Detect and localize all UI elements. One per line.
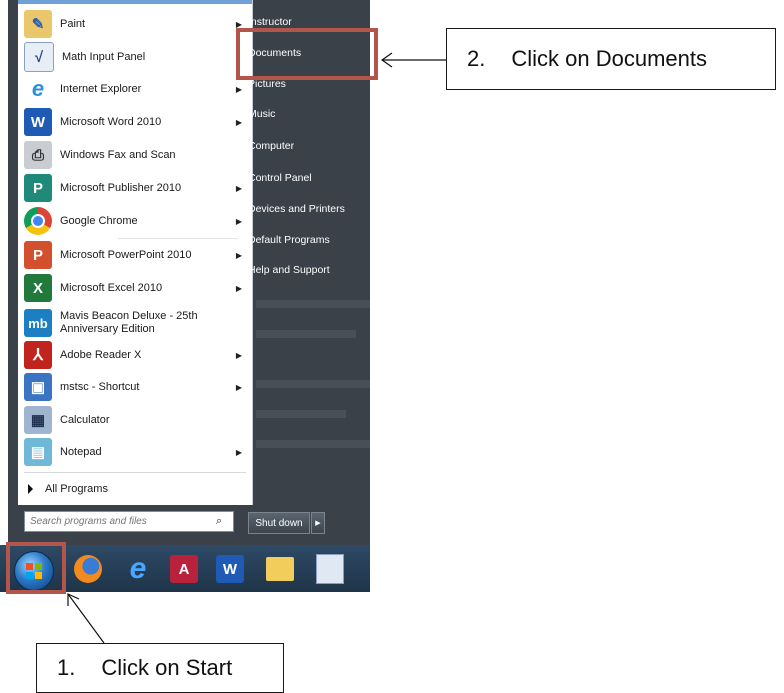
program-item-google-chrome[interactable]: Google Chrome ▶ bbox=[18, 206, 252, 236]
word-icon: W bbox=[24, 108, 52, 136]
publisher-icon: P bbox=[24, 174, 52, 202]
program-item-mavis-beacon[interactable]: mb Mavis Beacon Deluxe - 25th Anniversar… bbox=[18, 306, 252, 340]
paint-icon: ✎ bbox=[24, 10, 52, 38]
documents-highlight bbox=[236, 28, 378, 80]
submenu-arrow-icon: ▶ bbox=[235, 283, 243, 293]
submenu-arrow-icon: ▶ bbox=[235, 350, 243, 360]
all-programs-button[interactable]: All Programs bbox=[18, 478, 252, 500]
search-box[interactable]: ⌕ bbox=[24, 511, 234, 532]
program-item-microsoft-publisher-2010[interactable]: P Microsoft Publisher 2010 ▶ bbox=[18, 173, 252, 203]
start-button-highlight bbox=[6, 542, 66, 594]
documents-arrowhead-icon bbox=[380, 52, 393, 68]
program-item-notepad[interactable]: ▤ Notepad ▶ bbox=[18, 437, 252, 467]
submenu-arrow-icon: ▶ bbox=[235, 250, 243, 260]
excel-icon: X bbox=[24, 274, 52, 302]
word-icon: W bbox=[216, 555, 244, 583]
chrome-icon bbox=[24, 207, 52, 235]
submenu-arrow-icon: ▶ bbox=[235, 117, 243, 127]
submenu-arrow-icon: ▶ bbox=[235, 382, 243, 392]
internet-explorer-icon: e bbox=[129, 552, 147, 585]
menu-separator bbox=[118, 238, 238, 239]
shutdown-button[interactable]: Shut down bbox=[248, 512, 310, 534]
submenu-arrow-icon: ▶ bbox=[235, 183, 243, 193]
program-item-paint[interactable]: ✎ Paint ▶ bbox=[18, 9, 252, 39]
link-help-and-support[interactable]: Help and Support bbox=[248, 259, 366, 281]
search-icon: ⌕ bbox=[216, 515, 223, 527]
link-computer[interactable]: Computer bbox=[248, 135, 366, 157]
program-item-internet-explorer[interactable]: e Internet Explorer ▶ bbox=[18, 74, 252, 104]
programs-pane: ✎ Paint ▶ √ Math Input Panel e Internet … bbox=[18, 0, 253, 505]
document-icon bbox=[316, 554, 344, 584]
notepad-icon: ▤ bbox=[24, 438, 52, 466]
powerpoint-icon: P bbox=[24, 241, 52, 269]
adobe-reader-icon: ⅄ bbox=[24, 341, 52, 369]
submenu-arrow-icon: ▶ bbox=[235, 84, 243, 94]
link-music[interactable]: Music bbox=[248, 103, 366, 125]
callout-click-start: 1. Click on Start bbox=[36, 643, 284, 693]
remote-desktop-icon: ▣ bbox=[24, 373, 52, 401]
link-default-programs[interactable]: Default Programs bbox=[248, 229, 366, 251]
program-item-adobe-reader-x[interactable]: ⅄ Adobe Reader X ▶ bbox=[18, 340, 252, 370]
start-arrowhead-icon bbox=[67, 593, 80, 606]
taskbar-app[interactable] bbox=[312, 551, 348, 587]
link-devices-and-printers[interactable]: Devices and Printers bbox=[248, 198, 366, 220]
program-item-mstsc-shortcut[interactable]: ▣ mstsc - Shortcut ▶ bbox=[18, 372, 252, 402]
folder-icon bbox=[266, 557, 294, 581]
access-icon: A bbox=[170, 555, 198, 583]
fax-scan-icon: ⎙ bbox=[24, 141, 52, 169]
mavis-beacon-icon: mb bbox=[24, 309, 52, 337]
program-item-microsoft-powerpoint-2010[interactable]: P Microsoft PowerPoint 2010 ▶ bbox=[18, 240, 252, 270]
submenu-arrow-icon: ▶ bbox=[235, 216, 243, 226]
internet-explorer-icon: e bbox=[24, 75, 52, 103]
triangle-right-icon bbox=[28, 484, 33, 494]
program-item-calculator[interactable]: ▦ Calculator bbox=[18, 405, 252, 435]
firefox-icon bbox=[74, 555, 102, 583]
calculator-icon: ▦ bbox=[24, 406, 52, 434]
program-item-microsoft-word-2010[interactable]: W Microsoft Word 2010 ▶ bbox=[18, 107, 252, 137]
callout-click-documents: 2. Click on Documents bbox=[446, 28, 776, 90]
program-item-windows-fax-and-scan[interactable]: ⎙ Windows Fax and Scan bbox=[18, 140, 252, 170]
math-input-panel-icon: √ bbox=[24, 42, 54, 72]
start-arrow bbox=[67, 593, 105, 644]
taskbar-word[interactable]: W bbox=[212, 551, 248, 587]
taskbar-file-explorer[interactable] bbox=[262, 551, 298, 587]
program-item-math-input-panel[interactable]: √ Math Input Panel bbox=[18, 42, 252, 72]
submenu-arrow-icon: ▶ bbox=[235, 447, 243, 457]
chevron-right-icon: ▶ bbox=[315, 520, 321, 527]
program-item-microsoft-excel-2010[interactable]: X Microsoft Excel 2010 ▶ bbox=[18, 273, 252, 303]
menu-separator bbox=[24, 472, 246, 473]
link-control-panel[interactable]: Control Panel bbox=[248, 167, 366, 189]
search-input[interactable] bbox=[25, 515, 212, 528]
top-strip bbox=[18, 0, 252, 4]
taskbar-internet-explorer[interactable]: e bbox=[120, 551, 156, 587]
shutdown-options-button[interactable]: ▶ bbox=[311, 512, 325, 534]
taskbar-access[interactable]: A bbox=[166, 551, 202, 587]
taskbar-firefox[interactable] bbox=[70, 551, 106, 587]
